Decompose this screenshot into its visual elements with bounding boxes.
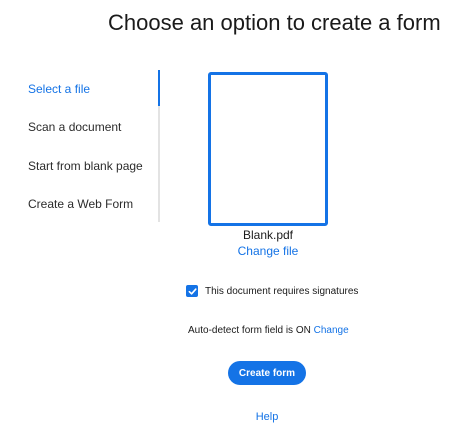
signature-checkbox[interactable] [186,285,198,297]
page-title: Choose an option to create a form [108,10,441,35]
signature-option: This document requires signatures [186,285,358,297]
side-nav: Select a file Scan a document Start from… [0,70,160,222]
side-nav-item-web-form[interactable]: Create a Web Form [28,197,133,211]
help-link[interactable]: Help [228,411,306,423]
signature-label: This document requires signatures [205,285,359,297]
side-nav-item-blank-page[interactable]: Start from blank page [28,159,143,173]
file-name: Blank.pdf [242,228,294,242]
side-nav-active-indicator [158,70,160,106]
side-nav-item-scan-document[interactable]: Scan a document [28,120,121,134]
file-preview-thumbnail[interactable] [208,72,328,226]
create-form-button[interactable]: Create form [228,361,306,385]
side-nav-item-select-file[interactable]: Select a file [28,82,90,96]
change-file-link[interactable]: Change file [208,244,328,258]
autodetect-text: Auto-detect form field is ON [188,325,311,336]
checkmark-icon [188,287,197,295]
autodetect-change-link[interactable]: Change [314,325,349,336]
autodetect-status: Auto-detect form field is ON Change [188,325,349,336]
